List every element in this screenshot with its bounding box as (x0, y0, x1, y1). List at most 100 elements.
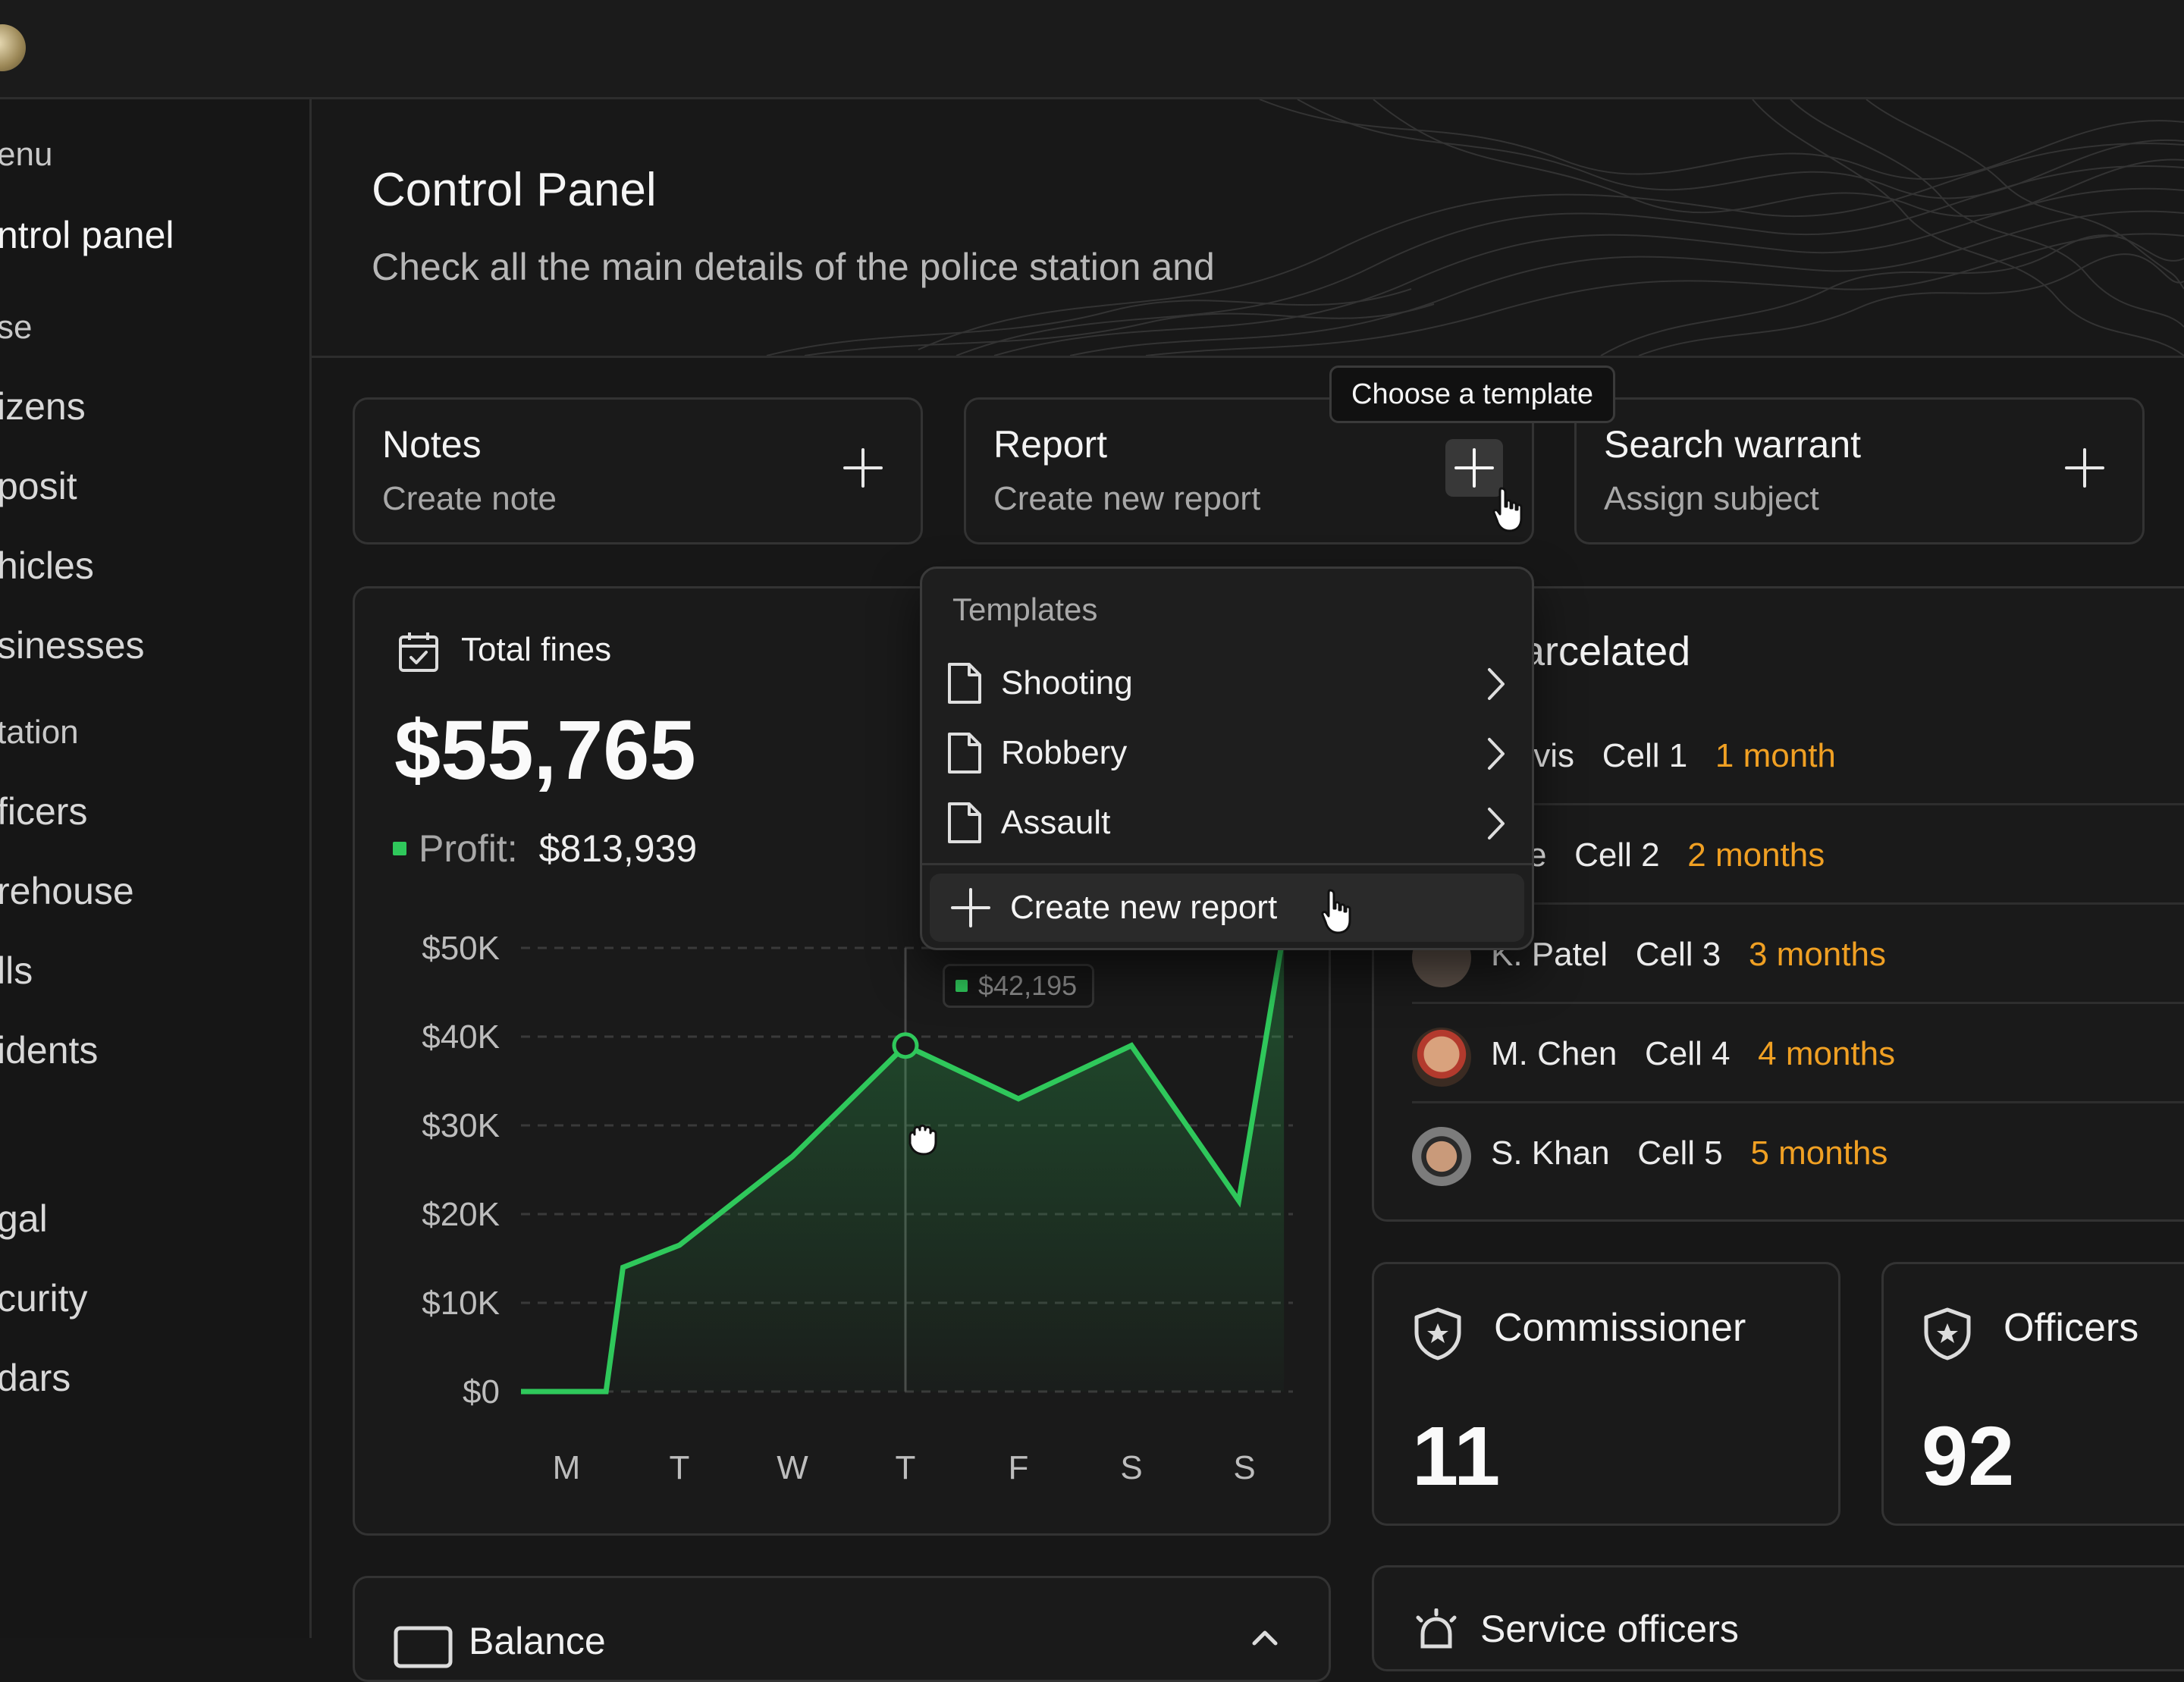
y-tick-label: $40K (422, 1018, 500, 1056)
list-item[interactable]: S. Khan Cell 5 5 months (1374, 1104, 2184, 1195)
y-tick-label: $50K (422, 930, 500, 967)
shield-star-icon (1412, 1307, 1464, 1361)
chart-tooltip-value: $42,195 (978, 970, 1077, 1002)
x-tick-label: S (1233, 1449, 1255, 1486)
sidebar-menu-heading: enu (0, 136, 52, 174)
total-fines-value: $55,765 (394, 702, 696, 799)
chevron-up-icon[interactable] (1250, 1625, 1280, 1648)
commissioner-value: 11 (1412, 1408, 1500, 1505)
sidebar-item-officers[interactable]: ficers (0, 789, 87, 833)
y-tick-label: $0 (463, 1373, 500, 1411)
sidebar-item-businesses[interactable]: sinesses (0, 623, 145, 667)
menu-divider (922, 863, 1532, 865)
choose-template-tooltip: Choose a template (1329, 366, 1615, 423)
search-warrant-subtitle: Assign subject (1604, 480, 1819, 518)
chevron-right-icon (1485, 667, 1508, 701)
highlight-point (894, 1034, 917, 1057)
total-fines-title: Total fines (461, 631, 611, 669)
sidebar-item-legal[interactable]: gal (0, 1197, 48, 1241)
fines-line-chart[interactable]: $0$10K$20K$30K$40K$50K MTWTFSS (353, 895, 1331, 1502)
sidebar: enu ntrol panel se izens posit hicles si… (0, 99, 312, 1638)
top-bar (0, 0, 2184, 99)
commissioner-title: Commissioner (1494, 1305, 1746, 1351)
sidebar-item-vehicles[interactable]: hicles (0, 544, 94, 588)
document-icon (945, 661, 983, 705)
topographic-pattern (312, 99, 2184, 356)
y-tick-label: $30K (422, 1107, 500, 1144)
notes-card[interactable]: Notes Create note (353, 397, 923, 544)
inmate-row-text: M. Chen Cell 4 4 months (1491, 1035, 1895, 1073)
shield-star-icon (1922, 1307, 1973, 1361)
search-warrant-card[interactable]: Search warrant Assign subject (1574, 397, 2145, 544)
list-item[interactable]: M. Chen Cell 4 4 months (1374, 1005, 2184, 1103)
templates-heading: Templates (952, 592, 1097, 628)
sidebar-section-base: se (0, 309, 32, 347)
inmate-duration: 5 months (1750, 1134, 1887, 1172)
x-tick-label: T (670, 1449, 690, 1486)
chart-hover-tooltip: $42,195 (943, 964, 1094, 1008)
sidebar-item-warehouse[interactable]: rehouse (0, 869, 134, 913)
inmate-duration: 4 months (1758, 1035, 1895, 1072)
search-warrant-title: Search warrant (1604, 422, 1861, 466)
sidebar-section-station: tation (0, 714, 79, 752)
sidebar-item-incidents[interactable]: idents (0, 1028, 98, 1072)
sidebar-item-cells[interactable]: lls (0, 949, 33, 993)
notes-subtitle: Create note (382, 480, 557, 518)
x-tick-label: S (1120, 1449, 1142, 1486)
inmate-cell: Cell 4 (1645, 1035, 1731, 1072)
report-title: Report (993, 422, 1107, 466)
template-item-robbery[interactable]: Robbery (945, 720, 1511, 786)
sidebar-item-citizens[interactable]: izens (0, 384, 86, 428)
sidebar-item-deposit[interactable]: posit (0, 464, 77, 508)
sidebar-item-calendars[interactable]: dars (0, 1356, 71, 1400)
sidebar-item-security[interactable]: curity (0, 1276, 87, 1320)
chevron-right-icon (1485, 806, 1508, 841)
page-subtitle: Check all the main details of the police… (372, 245, 1215, 289)
commissioner-card: Commissioner 11 (1372, 1262, 1840, 1526)
page-header (312, 99, 2184, 358)
chevron-right-icon (1485, 736, 1508, 771)
inmate-cell: Cell 1 (1602, 737, 1688, 774)
inmate-name: M. Chen (1491, 1035, 1617, 1072)
series-area (521, 930, 1284, 1392)
y-tick-label: $20K (422, 1196, 500, 1233)
template-item-shooting[interactable]: Shooting (945, 651, 1511, 716)
sidebar-item-control-panel[interactable]: ntrol panel (0, 213, 174, 257)
profit-value: $813,939 (539, 827, 698, 871)
avatar (1412, 1127, 1471, 1186)
row-divider (1412, 1101, 2184, 1103)
hand-pointer-cursor-icon (1320, 887, 1359, 936)
service-officers-card: Service officers (1372, 1565, 2184, 1671)
x-tick-label: W (777, 1449, 808, 1486)
officers-card: Officers 92 (1881, 1262, 2184, 1526)
plus-icon (1453, 447, 1495, 489)
notes-title: Notes (382, 422, 482, 466)
page-title: Control Panel (372, 163, 657, 217)
inmate-row-text: Lee Cell 2 2 months (1491, 836, 1825, 874)
inmate-duration: 3 months (1749, 936, 1886, 973)
balance-title: Balance (469, 1619, 606, 1663)
x-tick-label: T (896, 1449, 916, 1486)
inmate-cell: Cell 3 (1636, 936, 1721, 973)
plus-icon (949, 887, 992, 929)
document-icon (945, 801, 983, 845)
inmate-duration: 1 month (1715, 737, 1836, 774)
plus-icon (842, 447, 884, 489)
hand-pointer-cursor-icon (1491, 485, 1530, 534)
add-search-warrant-button[interactable] (2056, 439, 2113, 497)
document-icon (945, 731, 983, 775)
template-item-assault[interactable]: Assault (945, 790, 1511, 855)
officers-value: 92 (1922, 1408, 2014, 1505)
template-label: Shooting (1001, 664, 1133, 702)
siren-icon (1412, 1608, 1461, 1657)
add-note-button[interactable] (834, 439, 892, 497)
incarcerated-title: arcelated (1522, 628, 1690, 675)
inmate-cell: Cell 5 (1637, 1134, 1723, 1172)
report-subtitle: Create new report (993, 480, 1260, 518)
template-label: Assault (1001, 804, 1110, 842)
create-new-report-button[interactable]: Create new report (930, 874, 1524, 942)
profit-row: Profit: $813,939 (393, 827, 697, 871)
create-new-report-label: Create new report (1010, 889, 1277, 927)
balance-card: Balance (353, 1576, 1331, 1682)
wallet-icon (393, 1624, 453, 1669)
